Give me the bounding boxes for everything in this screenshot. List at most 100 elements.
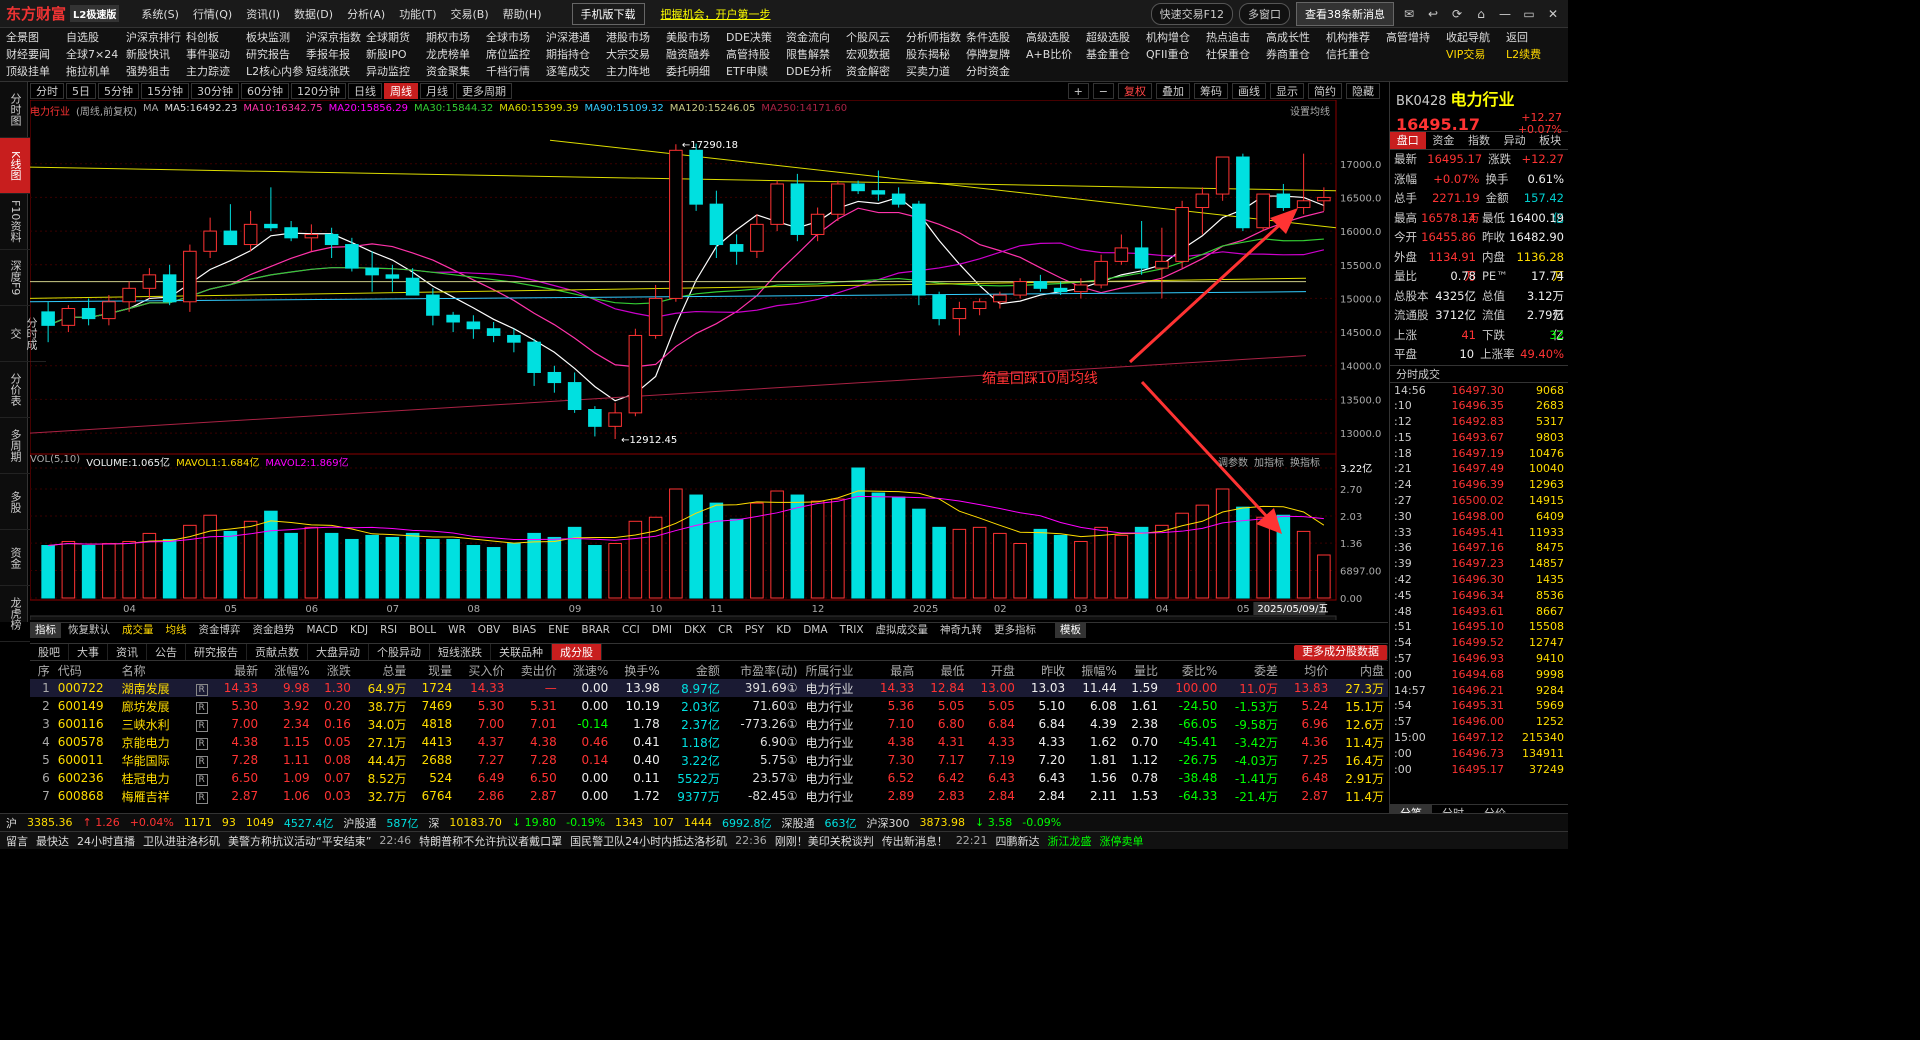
indicator-tab[interactable]: WR [443,623,471,638]
toolbar-item[interactable]: 高管持股 [726,46,786,63]
indicator-tab[interactable]: 虚拟成交量 [871,623,934,638]
leftnav-item[interactable]: 多股 [0,474,30,530]
toolbar-item[interactable]: 超级选股 [1086,29,1146,46]
toolbar-item[interactable]: 收起导航 [1446,29,1506,46]
toolbar-item[interactable]: 买卖力道 [906,63,966,80]
vol-add-button[interactable]: 加指标 [1254,454,1284,469]
table-header[interactable]: 委比% [1162,662,1221,679]
period-tab[interactable]: 60分钟 [241,83,289,99]
menu-analysis[interactable]: 分析(A) [347,6,385,22]
table-header[interactable]: 量比 [1121,662,1162,679]
chart-scrollbar[interactable] [30,615,1337,620]
toolbar-item[interactable]: 社保重仓 [1206,46,1266,63]
bottom-tab[interactable]: 贡献点数 [247,644,308,660]
table-row[interactable]: 6 600236 桂冠电力 R 6.50 1.09 0.07 8.52万 524 6.49 6.50… [30,769,1388,787]
toolbar-item[interactable]: 龙虎榜单 [426,46,486,63]
fq-button[interactable]: 复权 [1118,83,1152,99]
indicator-tab[interactable]: 资金博弈 [194,623,246,638]
indicator-tab[interactable]: RSI [375,623,402,638]
table-header[interactable]: 振幅% [1069,662,1121,679]
toolbar-item[interactable]: QFII重仓 [1146,46,1206,63]
table-header[interactable]: 代码 [54,662,118,679]
indicator-tab[interactable]: 均线 [161,623,192,638]
table-header[interactable]: 买入价 [456,662,508,679]
toolbar-item[interactable]: 大宗交易 [606,46,666,63]
period-tab[interactable]: 日线 [348,83,382,99]
toolbar-item[interactable]: 机构增仓 [1146,29,1206,46]
table-header[interactable]: 最低 [918,662,968,679]
toolbar-item[interactable]: 限售解禁 [786,46,846,63]
menu-trade[interactable]: 交易(B) [451,6,489,22]
toolbar-item[interactable]: 强势狙击 [126,63,186,80]
vol-switch-button[interactable]: 换指标 [1290,454,1380,469]
leftnav-item[interactable]: 资金 [0,530,30,586]
period-tab[interactable]: 30分钟 [191,83,239,99]
indicator-tab[interactable]: 模板 [1055,623,1087,638]
toolbar-item[interactable]: 美股市场 [666,29,726,46]
menu-quote[interactable]: 行情(Q) [193,6,232,22]
table-row[interactable]: 5 600011 华能国际 R 7.28 1.11 0.08 44.4万 2688 7.27 7.2… [30,751,1388,769]
indicator-tab[interactable]: BRAR [576,623,615,638]
toolbar-item[interactable]: A+B比价 [1026,46,1086,63]
table-header[interactable]: 所属行业 [801,662,868,679]
news-item[interactable]: 特朗普称不允许抗议者戴口罩 [419,833,562,849]
toolbar-item[interactable] [1206,63,1266,80]
toolbar-item[interactable]: 千档行情 [486,63,546,80]
period-tab[interactable]: 周线 [384,83,418,99]
table-header[interactable]: 开盘 [969,662,1019,679]
period-tab[interactable]: 分时 [30,83,64,99]
indicator-tab[interactable]: BOLL [404,623,441,638]
toolbar-item[interactable]: 港股市场 [606,29,666,46]
table-header[interactable]: 涨幅% [262,662,314,679]
menu-data[interactable]: 数据(D) [294,6,333,22]
leftnav-item[interactable]: 多周期 [0,418,30,474]
quote-tab[interactable]: 板块 [1532,132,1568,149]
indicator-tab[interactable]: DMI [647,623,677,638]
news-item[interactable]: 留言 [6,833,28,849]
toolbar-item[interactable]: 自选股 [66,29,126,46]
indicator-tab[interactable]: KD [771,623,796,638]
toolbar-item[interactable]: L2核心内参 [246,63,306,80]
news-item[interactable]: 22:46 [379,834,411,847]
period-tab[interactable]: 5分钟 [98,83,139,99]
toolbar-item[interactable]: DDE决策 [726,29,786,46]
table-header[interactable]: 换手% [612,662,664,679]
bottom-tab[interactable]: 成分股 [552,644,602,660]
more-constituents-button[interactable]: 更多成分股数据 [1294,645,1388,660]
toolbar-item[interactable]: 异动监控 [366,63,426,80]
bottom-tab[interactable]: 短线涨跌 [430,644,491,660]
indicator-tab[interactable]: 更多指标 [989,623,1041,638]
toolbar-item[interactable]: 沪深京指数 [306,29,366,46]
toolbar-item[interactable] [1086,63,1146,80]
indicator-tab[interactable]: DMA [798,623,832,638]
toolbar-item[interactable]: 短线涨跌 [306,63,366,80]
menu-function[interactable]: 功能(T) [399,6,436,22]
toolbar-item[interactable]: 券商重仓 [1266,46,1326,63]
quote-tab[interactable]: 资金 [1426,132,1462,149]
bottom-tab[interactable]: 大事 [69,644,108,660]
table-header[interactable]: 最新 [212,662,262,679]
toolbar-item[interactable]: 季报年报 [306,46,366,63]
leftnav-item[interactable]: 分价表 [0,362,30,418]
news-button[interactable]: 查看38条新消息 [1296,1,1394,26]
toolbar-item[interactable]: 新股IPO [366,46,426,63]
indicator-tab[interactable]: 恢复默认 [63,623,115,638]
indicator-tab[interactable]: 指标 [30,623,61,638]
news-item[interactable]: 传出新消息！ [882,833,948,849]
toolbar-item[interactable]: 信托重仓 [1326,46,1386,63]
close-icon[interactable]: ✕ [1544,7,1562,21]
toolbar-item[interactable]: DDE分析 [786,63,846,80]
bottom-tab[interactable]: 研究报告 [186,644,247,660]
leftnav-item[interactable]: 龙虎榜 [0,586,30,642]
indicator-tab[interactable] [1043,623,1053,638]
toolbar-item[interactable]: 沪深港通 [546,29,606,46]
toolbar-item[interactable]: 席位监控 [486,46,546,63]
toolbar-item[interactable]: 财经要闻 [6,46,66,63]
news-item[interactable]: 浙江龙盛 [1048,833,1092,849]
bottom-tab[interactable]: 个股异动 [369,644,430,660]
draw-button[interactable]: 画线 [1232,83,1266,99]
back-icon[interactable]: ↩ [1424,7,1442,21]
leftnav-item[interactable]: 深度F9 [0,250,30,306]
toolbar-item[interactable]: 新股快讯 [126,46,186,63]
toolbar-item[interactable]: 个股风云 [846,29,906,46]
